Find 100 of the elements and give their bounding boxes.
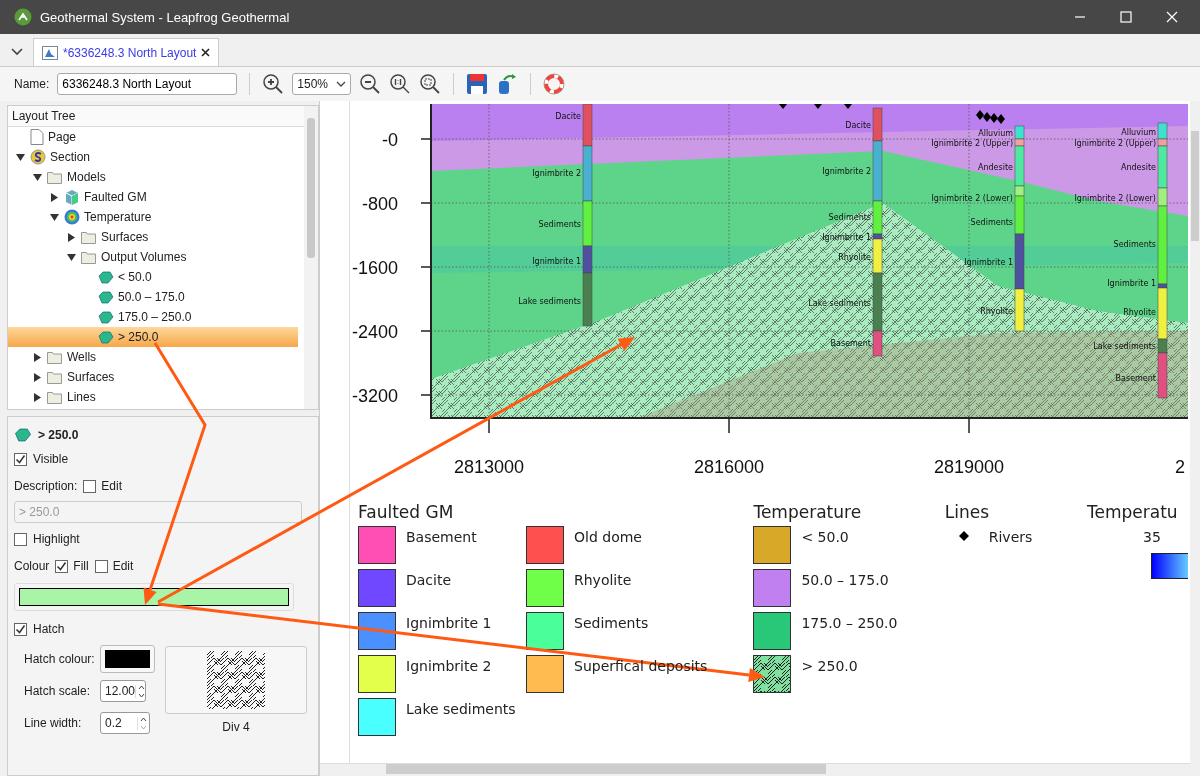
well-label: Ignimbrite 1: [1107, 279, 1156, 288]
name-field[interactable]: 6336248.3 North Layout: [57, 73, 238, 95]
edit-checkbox[interactable]: Edit: [83, 479, 123, 493]
basket-weave-pattern-icon: [207, 651, 265, 709]
highlight-checkbox[interactable]: Highlight: [14, 526, 80, 552]
legend-label: Lake sediments: [406, 700, 516, 717]
well-label: Ignimbrite 2 (Upper): [1074, 139, 1156, 148]
zoom-actual-size-icon[interactable]: [389, 73, 412, 95]
section-icon: [30, 149, 46, 165]
well-label: Ignimbrite 1: [822, 233, 871, 242]
well-label: Sediments: [970, 218, 1013, 227]
expanded-triangle-icon[interactable]: [49, 212, 59, 222]
collapsed-triangle-icon[interactable]: [66, 232, 76, 242]
well-label: Alluvium: [1121, 128, 1156, 137]
axis-label: 2813000: [453, 457, 525, 477]
expanded-triangle-icon[interactable]: [66, 252, 76, 262]
hatch-scale-label: Hatch scale:: [24, 684, 92, 698]
chevron-down-icon[interactable]: [11, 48, 23, 56]
well-label: Andesite: [978, 163, 1013, 172]
folder-icon: [47, 350, 63, 364]
tree-item[interactable]: Lines: [8, 387, 298, 407]
gem-icon: [98, 290, 114, 304]
legend-label: Ignimbrite 2: [406, 657, 492, 674]
caret-down-icon[interactable]: [336, 81, 347, 87]
hatch-colour-label: Hatch colour:: [24, 652, 96, 666]
fill-checkbox[interactable]: Fill: [55, 559, 89, 573]
zoom-dropdown[interactable]: 150%: [292, 73, 352, 95]
well-label: Ignimbrite 2 (Upper): [931, 139, 1013, 148]
scrollbar[interactable]: [1190, 101, 1200, 764]
checkmark-icon: [56, 560, 68, 572]
axis-label: -2400: [351, 322, 398, 342]
tree-item[interactable]: Faulted GM: [8, 187, 298, 207]
tree-item[interactable]: Wells: [8, 347, 298, 367]
collapsed-triangle-icon[interactable]: [49, 192, 59, 202]
well-label: Rhyolite: [980, 307, 1013, 316]
well-label: Ignimbrite 1: [964, 258, 1013, 267]
visible-checkbox[interactable]: Visible: [14, 446, 69, 472]
colour-ramp: [1151, 553, 1188, 579]
tree-item[interactable]: Models: [8, 167, 298, 187]
well-label: Dacite: [555, 112, 581, 121]
legend-label: < 50.0: [801, 528, 849, 545]
zoom-out-icon[interactable]: [359, 73, 382, 95]
tree-item[interactable]: Surfaces: [8, 367, 298, 387]
well-label: Andesite: [1121, 163, 1156, 172]
pattern-name: Div 4: [222, 720, 250, 734]
tree-item[interactable]: Surfaces: [8, 227, 298, 247]
tree-item[interactable]: 50.0 – 175.0: [8, 287, 298, 307]
colour-swatch[interactable]: [19, 588, 289, 606]
colorbar-label: 35: [1143, 528, 1162, 545]
well-label: Ignimbrite 2 (Lower): [931, 194, 1013, 203]
gem-icon: [14, 428, 32, 442]
folder-icon: [47, 390, 63, 404]
legend-label: Basement: [406, 528, 477, 545]
tree-item[interactable]: < 50.0: [8, 267, 298, 287]
tree-item[interactable]: Section: [8, 147, 298, 167]
legend-title: Temperatu: [1087, 502, 1179, 522]
axis-label: -3200: [351, 386, 398, 406]
well-label: Dacite: [845, 121, 871, 130]
legend-label: 50.0 – 175.0: [801, 571, 889, 588]
spin-up-icon[interactable]: [140, 716, 147, 722]
tree-item[interactable]: > 250.0: [8, 327, 298, 347]
legend-label: Rivers: [988, 528, 1033, 545]
zoom-in-icon[interactable]: [262, 73, 285, 95]
folder-icon: [81, 230, 97, 244]
axis-label: -1600: [351, 258, 398, 278]
scrollbar[interactable]: [320, 763, 1200, 776]
gem-icon: [98, 270, 114, 284]
hatch-checkbox[interactable]: Hatch: [14, 616, 65, 642]
app-logo-icon: [14, 8, 32, 26]
hatch-pattern-button[interactable]: [165, 646, 307, 714]
name-label: Name:: [14, 77, 50, 91]
well-label: Alluvium: [978, 129, 1013, 138]
layout-tab[interactable]: *6336248.3 North Layout: [33, 38, 220, 66]
tree-item[interactable]: 175.0 – 250.0: [8, 307, 298, 327]
maximize-icon[interactable]: [1120, 11, 1132, 23]
save-icon[interactable]: [466, 73, 489, 95]
well-label: Lake sediments: [1093, 342, 1156, 351]
tree-item[interactable]: Output Volumes: [8, 247, 298, 267]
line-width-label: Line width:: [24, 716, 83, 730]
checkmark-icon: [15, 623, 26, 635]
help-lifebuoy-icon[interactable]: [543, 73, 566, 95]
close-icon[interactable]: [201, 48, 211, 57]
scrollbar[interactable]: [304, 106, 318, 409]
legend-title: Faulted GM: [358, 502, 455, 522]
zoom-fit-icon[interactable]: [419, 73, 442, 95]
spin-down-icon[interactable]: [138, 692, 146, 698]
tree-item[interactable]: Page: [8, 127, 298, 147]
line-width-spinbox[interactable]: 0.2: [100, 712, 150, 734]
model-cube-icon: [64, 189, 80, 205]
well-label: Basement: [1115, 374, 1156, 383]
folder-icon: [81, 250, 97, 264]
well-label: Lake sediments: [518, 297, 581, 306]
tree-item[interactable]: Temperature: [8, 207, 298, 227]
hatch-colour-button[interactable]: [100, 645, 155, 673]
axis-label: 2816000: [693, 457, 765, 477]
spin-up-icon[interactable]: [138, 684, 146, 690]
well-label: Ignimbrite 2 (Lower): [1074, 194, 1156, 203]
window-title: Geothermal System - Leapfrog Geothermal: [40, 9, 291, 25]
hatch-scale-spinbox[interactable]: 12.00: [100, 680, 146, 702]
edit-checkbox[interactable]: Edit: [94, 559, 134, 573]
